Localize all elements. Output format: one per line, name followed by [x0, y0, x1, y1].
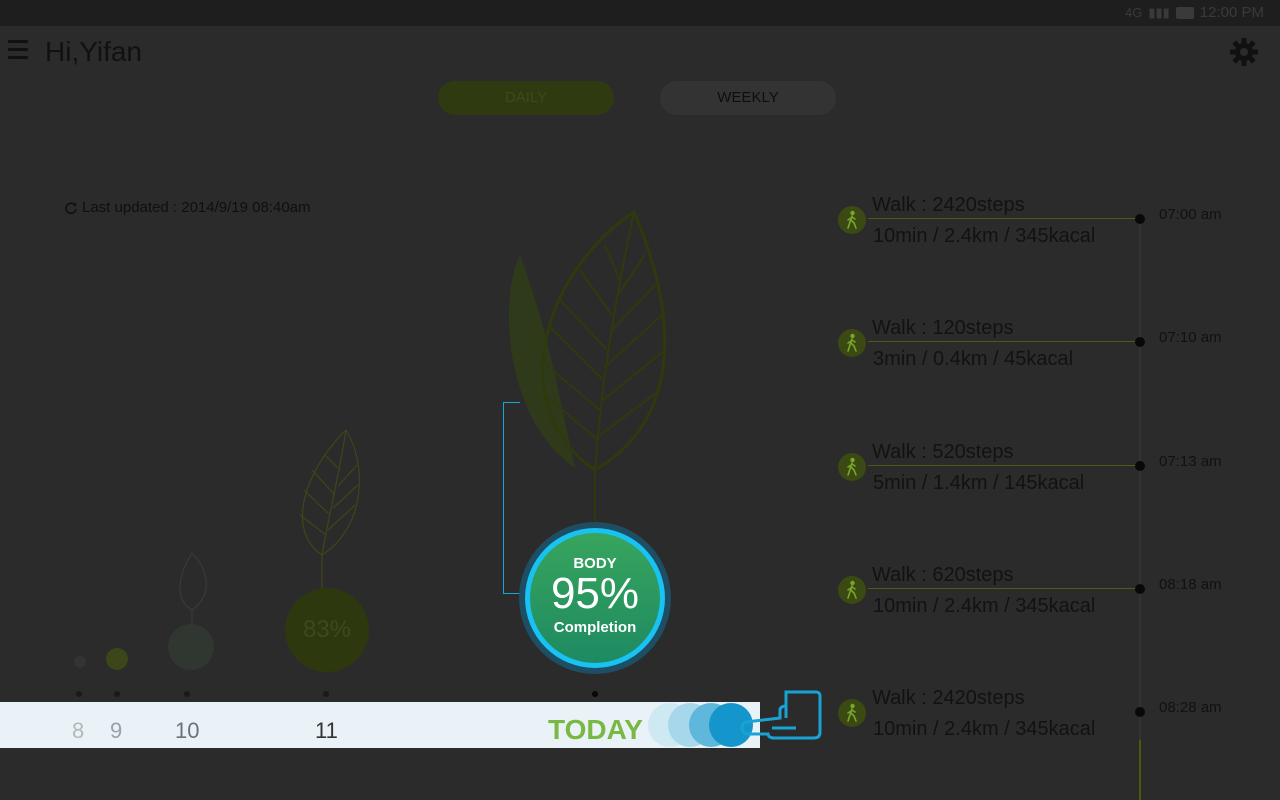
activity-entry[interactable]: Walk : 520steps 5min / 1.4km / 145kacal …: [838, 441, 1258, 511]
timeline-node: [1135, 337, 1145, 347]
network-type-icon: 4G: [1124, 5, 1143, 20]
day-label-11[interactable]: 11: [315, 718, 338, 744]
activity-detail: 10min / 2.4km / 345kacal: [873, 595, 1096, 617]
completion-percent: 95%: [550, 569, 640, 618]
day-label-8[interactable]: 8: [72, 718, 84, 744]
leaf-today: [508, 209, 667, 530]
activity-detail: 5min / 1.4km / 145kacal: [873, 472, 1085, 494]
status-bar: 4G ▮▮▮ 12:00 PM: [0, 0, 1280, 26]
history-bubble-day-8[interactable]: [74, 656, 86, 668]
activity-entry[interactable]: Walk : 2420steps 10min / 2.4km / 345kaca…: [838, 687, 1258, 757]
activity-title: Walk : 120steps: [872, 317, 1014, 339]
leaf-day-11: [299, 429, 361, 588]
gear-icon[interactable]: [1228, 36, 1260, 68]
activity-title: Walk : 520steps: [872, 441, 1014, 463]
activity-entry[interactable]: Walk : 120steps 3min / 0.4km / 45kacal 0…: [838, 317, 1258, 387]
day-label-today[interactable]: TODAY: [548, 714, 643, 746]
walk-icon: [838, 576, 866, 604]
tab-weekly[interactable]: WEEKLY: [660, 81, 836, 115]
activity-time: 07:10 am: [1159, 329, 1222, 346]
entry-divider: [868, 465, 1140, 466]
activity-detail: 10min / 2.4km / 345kacal: [873, 225, 1096, 247]
activity-title: Walk : 620steps: [872, 564, 1014, 586]
timeline-node: [1135, 461, 1145, 471]
timeline-node: [1135, 214, 1145, 224]
day-label-10[interactable]: 10: [175, 718, 199, 744]
activity-time: 07:13 am: [1159, 453, 1222, 470]
entry-divider: [868, 341, 1140, 342]
history-bubble-day-9[interactable]: [106, 648, 128, 670]
status-icons: 4G ▮▮▮ 12:00 PM: [1125, 4, 1264, 21]
activity-entry[interactable]: Walk : 2420steps 10min / 2.4km / 345kaca…: [838, 194, 1258, 264]
pointing-hand-icon: [740, 690, 822, 740]
signal-icon: ▮▮▮: [1148, 4, 1170, 20]
activity-detail: 10min / 2.4km / 345kacal: [873, 718, 1096, 740]
entry-divider: [868, 218, 1140, 219]
day-marker: [76, 691, 82, 697]
walk-icon: [838, 699, 866, 727]
history-bubble-day-11[interactable]: 83%: [285, 588, 369, 672]
walk-icon: [838, 329, 866, 357]
activity-title: Walk : 2420steps: [872, 194, 1025, 216]
completion-badge[interactable]: BODY 95% Completion: [530, 533, 660, 663]
activity-time: 08:28 am: [1159, 699, 1222, 716]
hamburger-menu-icon[interactable]: [8, 40, 28, 62]
completion-connector: [503, 402, 520, 594]
activity-time: 08:18 am: [1159, 576, 1222, 593]
walk-icon: [838, 453, 866, 481]
activity-detail: 3min / 0.4km / 45kacal: [873, 348, 1074, 370]
app-header: Hi,Yifan: [0, 26, 1280, 82]
tab-daily[interactable]: DAILY: [438, 81, 614, 115]
day-marker: [114, 691, 120, 697]
timeline-node: [1135, 584, 1145, 594]
activity-entry[interactable]: Walk : 620steps 10min / 2.4km / 345kacal…: [838, 564, 1258, 634]
status-time: 12:00 PM: [1199, 4, 1264, 21]
activity-time: 07:00 am: [1159, 206, 1222, 223]
day-marker: [184, 691, 190, 697]
history-bubble-day-10[interactable]: [168, 624, 214, 670]
day-label-9[interactable]: 9: [110, 718, 122, 744]
page-title: Hi,Yifan: [45, 36, 143, 67]
walk-icon: [838, 206, 866, 234]
day-marker-today: [592, 691, 598, 697]
completion-caption: Completion: [553, 619, 637, 636]
entry-divider: [868, 588, 1140, 589]
period-tabs: DAILY WEEKLY: [0, 81, 1280, 115]
timeline-node: [1135, 707, 1145, 717]
battery-icon: [1175, 6, 1194, 19]
leaf-day-10: [179, 552, 207, 625]
day-marker: [323, 691, 329, 697]
activity-title: Walk : 2420steps: [872, 687, 1025, 709]
